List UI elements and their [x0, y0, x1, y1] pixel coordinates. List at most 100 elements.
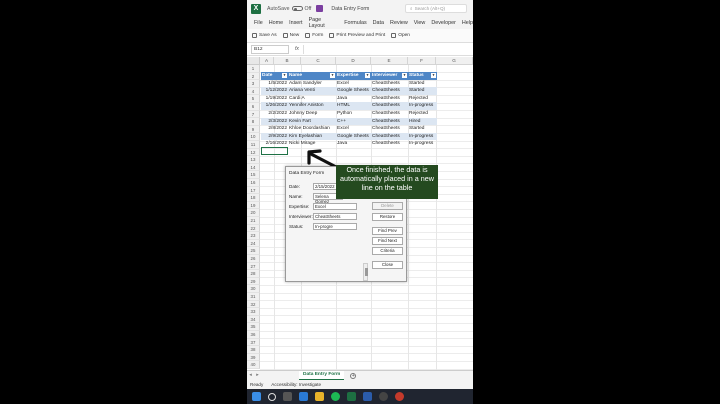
column-header[interactable]: E	[371, 57, 408, 65]
table-cell[interactable]: Excel	[336, 80, 371, 88]
row-header[interactable]: 27	[247, 262, 260, 271]
tab-insert[interactable]: Insert	[289, 20, 302, 26]
table-cell[interactable]: In-progress	[408, 140, 437, 148]
row-header[interactable]: 19	[247, 201, 260, 210]
table-header-cell[interactable]: Status ▾	[408, 72, 437, 80]
status-field[interactable]: In-progre	[313, 223, 357, 230]
table-cell[interactable]: 1/19/2022	[261, 95, 288, 103]
table-cell[interactable]: Excel	[336, 125, 371, 133]
table-cell[interactable]: Started	[408, 125, 437, 133]
table-cell[interactable]: CheatSheets	[371, 80, 408, 88]
table-cell[interactable]: CheatSheets	[371, 102, 408, 110]
row-header[interactable]: 17	[247, 186, 260, 195]
column-header[interactable]: F	[408, 57, 436, 65]
column-header[interactable]: G	[436, 57, 473, 65]
find-next-button[interactable]: Find Next	[372, 237, 403, 245]
row-header[interactable]: 38	[247, 346, 260, 354]
table-cell[interactable]: CheatSheets	[371, 95, 408, 103]
table-cell[interactable]: Cardi A	[288, 95, 336, 103]
scrollbar-thumb[interactable]	[364, 268, 368, 276]
row-header[interactable]: 18	[247, 194, 260, 202]
row-header[interactable]: 34	[247, 315, 260, 324]
interviewer-field[interactable]: CheatSheets	[313, 213, 357, 220]
row-header[interactable]: 24	[247, 239, 260, 248]
row-header[interactable]: 33	[247, 308, 260, 316]
tab-help[interactable]: Help	[462, 20, 473, 26]
row-header[interactable]: 12	[247, 148, 260, 157]
tab-home[interactable]: Home	[269, 20, 283, 26]
row-header[interactable]: 7	[247, 110, 260, 119]
row-header[interactable]: 9	[247, 125, 260, 134]
table-cell[interactable]: In-progress	[408, 102, 437, 110]
table-cell[interactable]: Google Sheets	[336, 87, 371, 95]
table-header-cell[interactable]: Interviewer ▾	[371, 72, 408, 80]
find-prev-button[interactable]: Find Prev	[372, 227, 403, 235]
column-header[interactable]: D	[336, 57, 371, 65]
table-cell[interactable]: Java	[336, 95, 371, 103]
row-header[interactable]: 11	[247, 141, 260, 149]
table-cell[interactable]: Started	[408, 80, 437, 88]
task-view-icon[interactable]	[283, 392, 292, 401]
tab-formulas[interactable]: Formulas	[344, 20, 366, 26]
tab-view[interactable]: View	[414, 20, 426, 26]
table-cell[interactable]: 2/3/2022	[261, 117, 288, 126]
table-cell[interactable]: Python	[336, 110, 371, 118]
select-all-corner[interactable]	[247, 57, 260, 65]
row-header[interactable]: 35	[247, 323, 260, 331]
table-cell[interactable]: 2/8/2022	[261, 125, 288, 133]
print-preview-button[interactable]: Print Preview and Print	[329, 33, 385, 38]
sheet-next-icon[interactable]: ▸	[254, 373, 261, 378]
close-button[interactable]: Close	[372, 261, 403, 269]
taskbar-app3-icon[interactable]	[395, 392, 404, 401]
column-header[interactable]: B	[274, 57, 301, 65]
row-header[interactable]: 31	[247, 293, 260, 301]
tab-data[interactable]: Data	[373, 20, 384, 26]
selected-cell[interactable]	[261, 147, 288, 155]
row-header[interactable]: 23	[247, 232, 260, 240]
autosave-control[interactable]: AutoSave Off	[267, 6, 311, 12]
row-header[interactable]: 32	[247, 300, 260, 309]
taskbar-app-icon[interactable]	[299, 392, 308, 401]
table-cell[interactable]: C++	[336, 117, 371, 126]
table-header-cell[interactable]: Expertise ▾	[336, 72, 371, 80]
table-header-cell[interactable]: Date ▾	[261, 72, 288, 80]
table-cell[interactable]: Started	[408, 87, 437, 95]
table-cell[interactable]: Adam Sandyler	[288, 80, 336, 88]
row-header[interactable]: 40	[247, 361, 260, 369]
taskbar-search-icon[interactable]	[268, 392, 276, 401]
row-header[interactable]: 8	[247, 118, 260, 126]
row-header[interactable]: 5	[247, 95, 260, 103]
row-header[interactable]: 29	[247, 277, 260, 286]
filter-dropdown-icon[interactable]: ▾	[431, 73, 436, 79]
table-cell[interactable]: 2/9/2022	[261, 132, 288, 141]
table-cell[interactable]: Kim Eyelashian	[288, 132, 336, 141]
tab-developer[interactable]: Developer	[431, 20, 456, 26]
row-header[interactable]: 21	[247, 217, 260, 225]
row-header[interactable]: 1	[247, 65, 260, 73]
table-cell[interactable]: Google Sheets	[336, 132, 371, 141]
criteria-button[interactable]: Criteria	[372, 247, 403, 255]
file-explorer-icon[interactable]	[315, 392, 324, 401]
table-cell[interactable]: CheatSheets	[371, 87, 408, 95]
row-header[interactable]: 39	[247, 353, 260, 362]
name-box[interactable]: B12	[251, 44, 289, 54]
filter-dropdown-icon[interactable]: ▾	[402, 73, 407, 79]
table-cell[interactable]: 1/12/2022	[261, 87, 288, 95]
table-cell[interactable]: Ariana Venti	[288, 87, 336, 95]
spotify-icon[interactable]	[331, 392, 340, 401]
table-cell[interactable]: 1/26/2022	[261, 102, 288, 110]
column-header[interactable]: A	[260, 57, 274, 65]
windows-start-icon[interactable]	[252, 392, 261, 401]
formula-input[interactable]	[302, 44, 473, 54]
table-cell[interactable]: Kevin Fart	[288, 117, 336, 126]
table-cell[interactable]: Java	[336, 140, 371, 148]
table-cell[interactable]: In-progress	[408, 132, 437, 141]
table-cell[interactable]: Yennifer Aniston	[288, 102, 336, 110]
row-header[interactable]: 36	[247, 331, 260, 339]
record-scrollbar[interactable]	[363, 263, 368, 281]
column-header[interactable]: C	[301, 57, 336, 65]
row-header[interactable]: 26	[247, 255, 260, 263]
expertise-field[interactable]: Excel	[313, 203, 357, 210]
tab-file[interactable]: File	[254, 20, 263, 26]
save-icon[interactable]	[316, 5, 324, 12]
